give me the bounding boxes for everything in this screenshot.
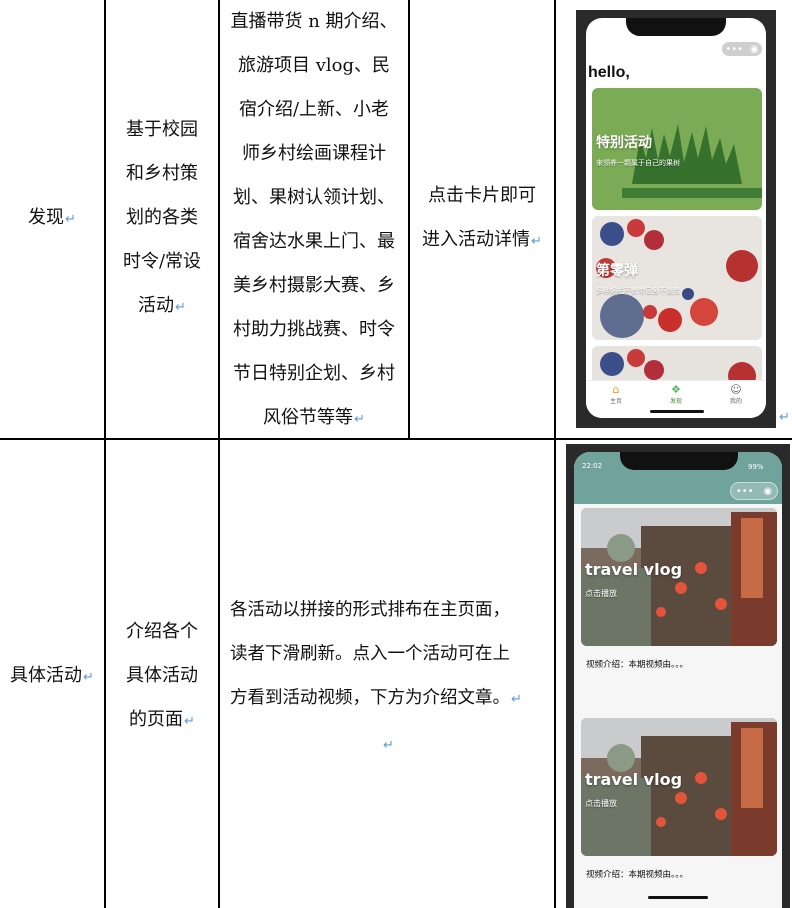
row1-desc-line: 时令/常设	[122, 251, 202, 272]
row1-content-line: 宿介绍/上新、小老	[238, 99, 390, 120]
row1-content-line: 风俗节等等↵	[220, 396, 408, 442]
more-icon[interactable]: •••	[725, 44, 743, 55]
video-title: travel vlog	[585, 560, 683, 579]
row2-description: 介绍各个 具体活动 的页面↵	[106, 610, 218, 744]
card-subtitle: 多种好吃不贵带宿舍不浪费	[596, 287, 680, 295]
row1-content-last: 风俗节等等	[263, 407, 354, 428]
activity-card[interactable]: 特别活动 来领养一颗属于自己的果树	[592, 88, 762, 210]
row1-desc-line: 和乡村策	[126, 163, 198, 184]
row1-desc-line: 划的各类	[126, 207, 198, 228]
video-card[interactable]: travel vlog 点击播放	[581, 508, 777, 646]
video-title: travel vlog	[585, 770, 683, 789]
row1-content-line: 划、果树认领计划、	[233, 187, 395, 208]
row2-content-empty: ↵	[222, 722, 554, 768]
row2-content-line: 各活动以拼接的形式排布在主页面，	[230, 600, 510, 620]
row2-feature: 具体活动↵	[0, 654, 104, 700]
return-mark: ↵	[184, 714, 195, 729]
return-mark: ↵	[83, 670, 94, 685]
return-mark: ↵	[175, 300, 186, 315]
video-play-label: 点击播放	[585, 799, 617, 808]
video-description: 视频介绍：本期视频由。。。	[586, 660, 689, 670]
row1-inter-line: 进入活动详情↵	[410, 218, 554, 264]
video-play-label: 点击播放	[585, 589, 617, 598]
tab-label: 发现	[669, 398, 682, 405]
phone-mockup-activity: 22:02 99% ••• ◉ travel vlog 点击播放 视频介绍：本期…	[566, 444, 790, 908]
greeting: hello,	[588, 64, 630, 81]
status-time: 22:02	[582, 462, 603, 470]
tab-label: 我的	[729, 398, 742, 405]
phone-notch	[626, 18, 726, 36]
row1-content-line: 直播带货 n 期介绍、	[230, 11, 398, 32]
mini-program-capsule[interactable]: ••• ◉	[730, 482, 778, 500]
activity-card[interactable]: 第零弹 多种好吃不贵带宿舍不浪费	[592, 216, 762, 340]
row2-content: 各活动以拼接的形式排布在主页面， 读者下滑刷新。点入一个活动可在上 方看到活动视…	[222, 588, 554, 768]
row2-feature-text: 具体活动	[10, 665, 83, 686]
row1-inter-line: 点击卡片即可	[428, 185, 536, 206]
tab-home[interactable]: ⌂ 主页	[610, 381, 622, 418]
return-mark: ↵	[65, 212, 76, 227]
home-icon: ⌂	[612, 383, 620, 396]
video-description: 视频介绍：本期视频由。。。	[586, 870, 689, 880]
close-target-icon[interactable]: ◉	[763, 486, 772, 497]
row1-interaction: 点击卡片即可 进入活动详情↵	[410, 174, 554, 264]
card-subtitle: 来领养一颗属于自己的果树	[596, 159, 680, 167]
row2-desc-line: 介绍各个	[126, 621, 198, 642]
row1-content-line: 美乡村摄影大赛、乡	[233, 275, 395, 296]
table-border-col4	[554, 0, 556, 908]
row1-content-line: 师乡村绘画课程计	[242, 143, 386, 164]
row1-content-line: 村助力挑战赛、时令	[233, 319, 395, 340]
tab-label: 主页	[609, 398, 622, 405]
row1-desc-line: 活动↵	[106, 284, 218, 330]
tab-profile[interactable]: ☺ 我的	[730, 381, 742, 418]
profile-icon: ☺	[730, 383, 742, 396]
return-mark: ↵	[383, 738, 394, 753]
row2-desc-line: 的页面↵	[106, 698, 218, 744]
row1-content: 直播带货 n 期介绍、 旅游项目 vlog、民 宿介绍/上新、小老 师乡村绘画课…	[220, 0, 408, 442]
row1-feature: 发现↵	[0, 196, 104, 242]
home-indicator	[650, 410, 704, 413]
row1-inter-last: 进入活动详情	[422, 229, 531, 250]
row1-description: 基于校园 和乡村策 划的各类 时令/常设 活动↵	[106, 108, 218, 330]
phone-notch	[620, 452, 738, 470]
card-title: 特别活动	[596, 135, 652, 151]
row1-desc-last: 活动	[138, 295, 175, 316]
row2-desc-line: 具体活动	[126, 665, 198, 686]
phone-mockup-discover: ••• ◉ hello, 特别活动 来领养一颗属于自己的果树 第零弹 多种好吃不…	[576, 10, 776, 428]
row2-content-line: 方看到活动视频，下方为介绍文章。↵	[222, 676, 554, 722]
row1-content-line: 节日特别企划、乡村	[233, 363, 395, 384]
row2-desc-last: 的页面	[129, 709, 184, 730]
return-mark: ↵	[511, 692, 522, 707]
card-title: 第零弹	[596, 263, 638, 279]
row2-content-last: 方看到活动视频，下方为介绍文章。	[230, 688, 510, 708]
phone-screen: 22:02 99% ••• ◉ travel vlog 点击播放 视频介绍：本期…	[574, 452, 782, 908]
row1-feature-text: 发现	[28, 207, 65, 228]
status-battery: 99%	[748, 463, 764, 471]
phone-screen: ••• ◉ hello, 特别活动 来领养一颗属于自己的果树 第零弹 多种好吃不…	[586, 18, 766, 418]
return-mark: ↵	[531, 234, 542, 249]
return-mark: ↵	[779, 410, 790, 425]
row1-content-line: 宿舍达水果上门、最	[233, 231, 395, 252]
video-card[interactable]: travel vlog 点击播放	[581, 718, 777, 856]
close-target-icon[interactable]: ◉	[750, 44, 759, 55]
discover-icon: ❖	[671, 383, 681, 396]
more-icon[interactable]: •••	[736, 486, 754, 497]
home-indicator	[648, 896, 708, 899]
row1-content-line: 旅游项目 vlog、民	[237, 55, 390, 76]
row1-desc-line: 基于校园	[126, 119, 198, 140]
mini-program-capsule[interactable]: ••• ◉	[722, 42, 762, 56]
return-mark: ↵	[354, 412, 365, 427]
row2-content-line: 读者下滑刷新。点入一个活动可在上	[230, 644, 510, 664]
